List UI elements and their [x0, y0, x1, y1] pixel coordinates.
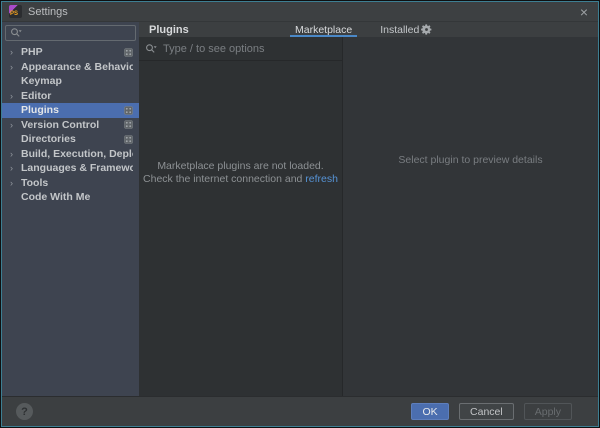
sidebar-item-version-control[interactable]: › Version Control [2, 118, 139, 133]
marketplace-empty-message: Marketplace plugins are not loaded. Chec… [139, 61, 342, 186]
cancel-button[interactable]: Cancel [459, 403, 514, 420]
sidebar-item-editor[interactable]: › Editor [2, 89, 139, 104]
chevron-right-icon: › [10, 91, 21, 101]
sidebar-item-tools[interactable]: › Tools [2, 176, 139, 191]
dialog-footer: ? OK Cancel Apply [2, 396, 598, 426]
settings-search-input[interactable] [22, 27, 131, 39]
close-icon[interactable]: × [580, 3, 588, 21]
plugins-tabs: Marketplace Installed [290, 22, 424, 37]
chevron-right-icon: › [10, 163, 21, 173]
plugin-list-panel: Marketplace plugins are not loaded. Chec… [139, 37, 343, 396]
phpstorm-app-icon: PS [9, 5, 22, 18]
project-settings-icon [124, 106, 133, 115]
plugins-header: Plugins Marketplace Installed [139, 22, 598, 37]
page-title: Plugins [149, 24, 189, 36]
sidebar-item-php[interactable]: › PHP [2, 45, 139, 60]
chevron-right-icon: › [10, 62, 21, 72]
chevron-right-icon: › [10, 149, 21, 159]
tab-marketplace[interactable]: Marketplace [290, 22, 357, 37]
sidebar-item-plugins[interactable]: Plugins [2, 103, 139, 118]
refresh-link[interactable]: refresh [305, 173, 338, 185]
plugin-details-panel: Select plugin to preview details [343, 37, 598, 396]
details-placeholder-text: Select plugin to preview details [398, 154, 542, 166]
settings-dialog: PS Settings × › PHP [1, 1, 599, 427]
sidebar-item-languages-frameworks[interactable]: › Languages & Frameworks [2, 161, 139, 176]
window-title: Settings [28, 6, 68, 18]
plugin-search-input[interactable] [157, 43, 336, 55]
tab-installed[interactable]: Installed [375, 22, 424, 37]
settings-search-box[interactable] [5, 25, 136, 41]
search-icon [145, 43, 157, 55]
project-settings-icon [124, 135, 133, 144]
help-button[interactable]: ? [16, 403, 33, 420]
plugin-search-box[interactable] [139, 37, 342, 61]
sidebar-item-appearance-behavior[interactable]: › Appearance & Behavior [2, 60, 139, 75]
chevron-right-icon: › [10, 120, 21, 130]
ok-button[interactable]: OK [411, 403, 449, 420]
sidebar-item-build-execution-deployment[interactable]: › Build, Execution, Deployment [2, 147, 139, 162]
sidebar-item-keymap[interactable]: Keymap [2, 74, 139, 89]
question-mark-icon: ? [21, 406, 28, 418]
empty-message-line1: Marketplace plugins are not loaded. [139, 160, 342, 173]
titlebar: PS Settings × [2, 2, 598, 22]
gear-icon[interactable] [420, 23, 433, 36]
search-icon [10, 27, 22, 39]
chevron-right-icon: › [10, 178, 21, 188]
app-icon-letters: PS [10, 11, 18, 18]
empty-message-line2: Check the internet connection and refres… [139, 173, 342, 186]
project-settings-icon [124, 48, 133, 57]
sidebar-item-code-with-me[interactable]: Code With Me [2, 190, 139, 205]
sidebar-items: › PHP › Appearance & Behavior Keymap › E [2, 45, 139, 205]
apply-button[interactable]: Apply [524, 403, 572, 420]
settings-sidebar: › PHP › Appearance & Behavior Keymap › E [2, 22, 139, 396]
project-settings-icon [124, 120, 133, 129]
chevron-right-icon: › [10, 47, 21, 57]
sidebar-item-directories[interactable]: Directories [2, 132, 139, 147]
